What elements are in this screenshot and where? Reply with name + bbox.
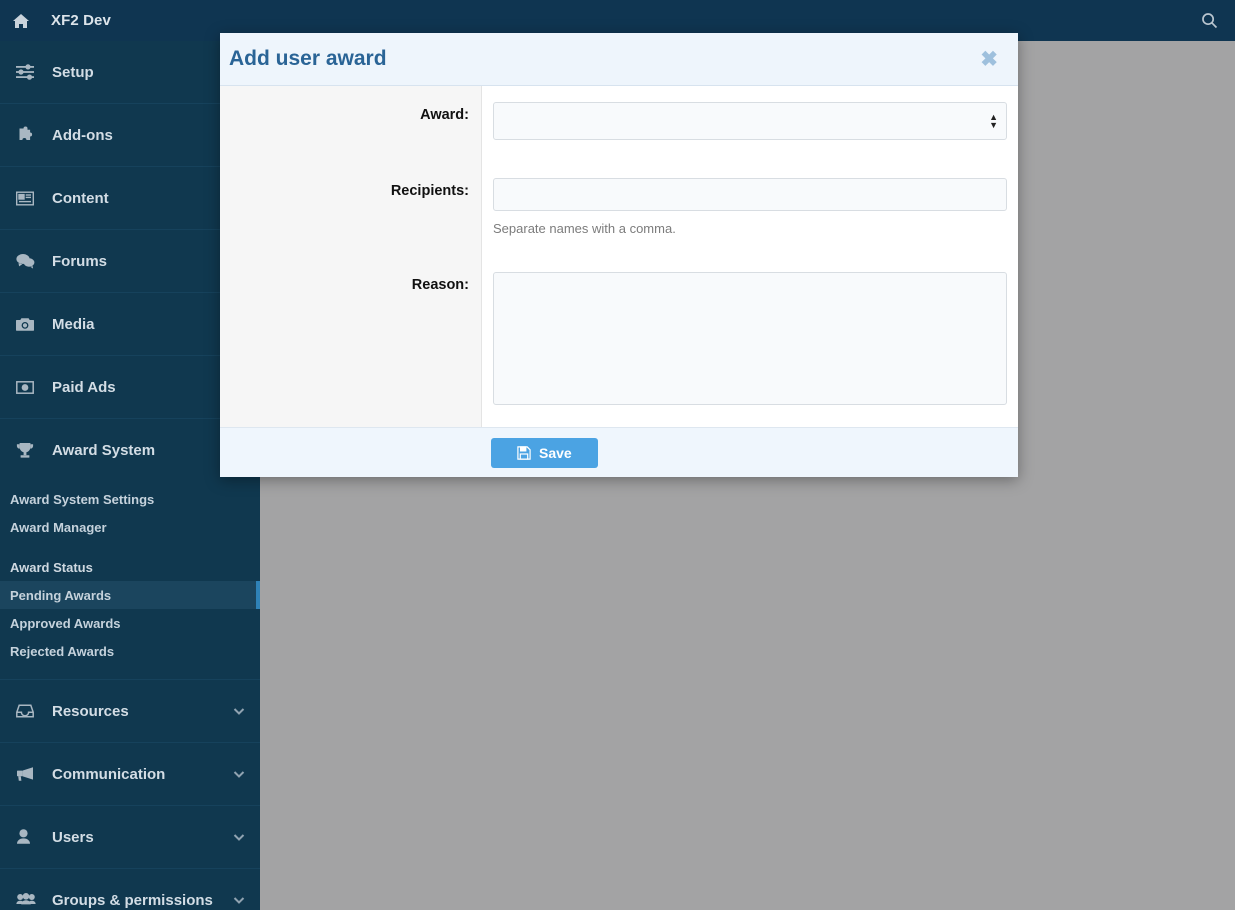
chevron-down-icon[interactable]	[232, 767, 246, 781]
users-icon	[16, 892, 44, 908]
sidebar-subitem-label: Pending Awards	[10, 587, 112, 603]
form-row-award: Award: ▲ ▼	[220, 86, 1018, 162]
sidebar-item-award-system-settings[interactable]: Award System Settings	[0, 485, 260, 513]
puzzle-piece-icon	[16, 126, 44, 144]
reason-label: Reason:	[220, 256, 482, 427]
sidebar-section-award-status: Award Status	[0, 553, 260, 581]
modal-body: Award: ▲ ▼ Recipients: Separate names wit…	[220, 86, 1018, 427]
sidebar-item-label: Content	[52, 189, 109, 207]
modal-title: Add user award	[229, 47, 387, 70]
chevron-down-icon[interactable]	[232, 830, 246, 844]
modal-footer: Save	[220, 427, 1018, 477]
save-label: Save	[539, 444, 572, 461]
newspaper-icon	[16, 191, 44, 206]
save-button[interactable]: Save	[491, 437, 598, 468]
bullhorn-icon	[16, 766, 44, 782]
form-row-reason: Reason:	[220, 256, 1018, 427]
sidebar-section-label: Award Status	[10, 559, 93, 575]
award-select[interactable]	[493, 102, 1007, 140]
sidebar-item-label: Media	[52, 315, 95, 333]
inbox-icon	[16, 704, 44, 718]
sidebar-item-groups-permissions[interactable]: Groups & permissions	[0, 869, 260, 910]
sidebar-subitem-label: Award Manager	[10, 519, 107, 535]
sidebar-item-label: Users	[52, 828, 94, 846]
sidebar-item-pending-awards[interactable]: Pending Awards	[0, 581, 260, 609]
sidebar-item-label: Add-ons	[52, 126, 113, 144]
sidebar-item-label: Award System	[52, 441, 156, 459]
recipients-input[interactable]	[493, 178, 1007, 211]
reason-textarea[interactable]	[493, 272, 1007, 405]
comments-icon	[16, 253, 44, 269]
form-row-recipients: Recipients: Separate names with a comma.	[220, 162, 1018, 256]
recipients-label: Recipients:	[220, 162, 482, 256]
sidebar-item-label: Setup	[52, 63, 94, 81]
close-icon[interactable]: ✖	[976, 47, 1002, 72]
user-icon	[16, 829, 44, 845]
floppy-disk-icon	[517, 445, 531, 460]
award-system-submenu: Award System Settings Award Manager Awar…	[0, 481, 260, 679]
chevron-down-icon[interactable]	[232, 893, 246, 907]
sidebar-subitem-label: Approved Awards	[10, 615, 121, 631]
recipients-hint: Separate names with a comma.	[493, 221, 676, 236]
sliders-icon	[16, 63, 44, 81]
sidebar-item-award-manager[interactable]: Award Manager	[0, 513, 260, 541]
sidebar-item-resources[interactable]: Resources	[0, 680, 260, 743]
sidebar-item-approved-awards[interactable]: Approved Awards	[0, 609, 260, 637]
sidebar-item-label: Forums	[52, 252, 108, 270]
sidebar-item-communication[interactable]: Communication	[0, 743, 260, 806]
home-icon[interactable]	[0, 0, 41, 41]
sidebar-item-users[interactable]: Users	[0, 806, 260, 869]
sidebar-item-rejected-awards[interactable]: Rejected Awards	[0, 637, 260, 665]
sidebar-item-label: Paid Ads	[52, 378, 116, 396]
add-user-award-modal: Add user award ✖ Award: ▲▼ Recipients:	[220, 33, 1018, 477]
sidebar-item-label: Communication	[52, 765, 166, 783]
trophy-icon	[16, 442, 44, 459]
sidebar-item-label: Resources	[52, 702, 129, 720]
award-label: Award:	[220, 86, 482, 162]
sidebar-item-label: Groups & permissions	[52, 891, 213, 909]
modal-header: Add user award ✖	[220, 33, 1018, 86]
brand-title: XF2 Dev	[51, 12, 111, 29]
money-bill-icon	[16, 380, 44, 394]
sidebar-subitem-label: Rejected Awards	[10, 643, 115, 659]
sidebar-subitem-label: Award System Settings	[10, 491, 155, 507]
search-icon[interactable]	[1191, 0, 1227, 41]
camera-icon	[16, 317, 44, 332]
chevron-down-icon[interactable]	[232, 704, 246, 718]
